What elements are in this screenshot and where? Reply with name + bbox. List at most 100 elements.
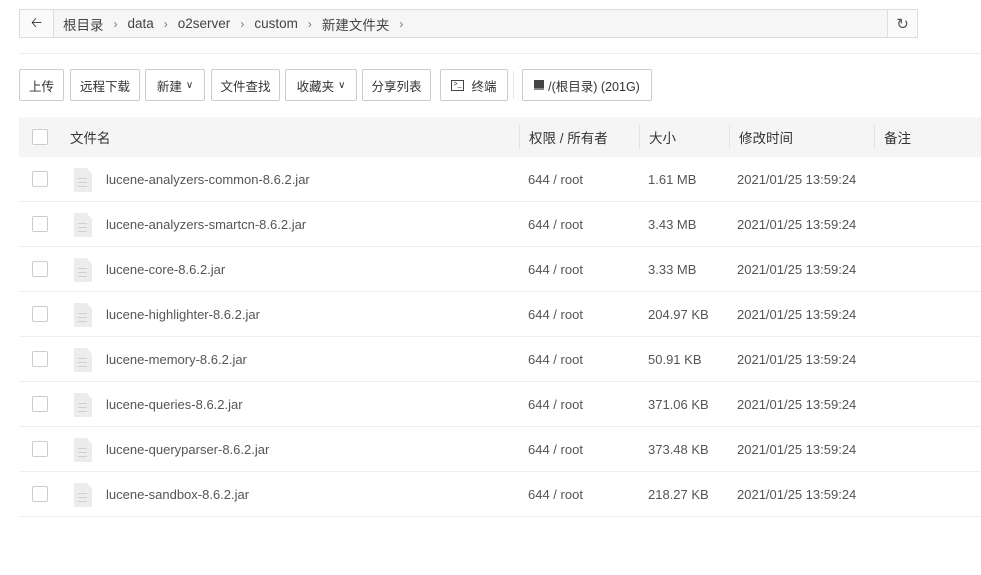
row-checkbox[interactable] xyxy=(32,351,48,367)
table-row[interactable]: lucene-memory-8.6.2.jar 644 / root 50.91… xyxy=(19,337,981,382)
file-mtime: 2021/01/25 13:59:24 xyxy=(737,261,857,277)
file-icon xyxy=(74,483,92,507)
column-divider xyxy=(639,125,640,149)
file-size: 3.33 MB xyxy=(648,261,697,277)
file-perm[interactable]: 644 / root xyxy=(528,292,583,336)
table-row[interactable]: lucene-queryparser-8.6.2.jar 644 / root … xyxy=(19,427,981,472)
file-mtime: 2021/01/25 13:59:24 xyxy=(737,216,857,232)
share-list-label: 分享列表 xyxy=(371,79,422,94)
terminal-icon: >_ xyxy=(451,79,465,91)
breadcrumb-item[interactable]: 新建文件夹 xyxy=(322,14,390,34)
file-name[interactable]: lucene-analyzers-smartcn-8.6.2.jar xyxy=(106,202,306,246)
file-size: 204.97 KB xyxy=(648,306,709,322)
new-dropdown-button[interactable]: 新建 ∨ xyxy=(145,69,205,101)
table-row[interactable]: lucene-analyzers-smartcn-8.6.2.jar 644 /… xyxy=(19,202,981,247)
row-checkbox[interactable] xyxy=(32,441,48,457)
refresh-button[interactable]: ↻ xyxy=(887,10,917,37)
toolbar-divider xyxy=(513,71,514,99)
file-name[interactable]: lucene-sandbox-8.6.2.jar xyxy=(106,472,249,516)
file-icon xyxy=(74,168,92,192)
file-name[interactable]: lucene-memory-8.6.2.jar xyxy=(106,337,247,381)
header-mtime[interactable]: 修改时间 xyxy=(739,117,793,157)
file-search-button[interactable]: 文件查找 xyxy=(211,69,280,101)
breadcrumb-bar: 🡠 根目录 › data › o2server › custom › 新建文件夹 › ↻ xyxy=(19,9,918,38)
file-perm[interactable]: 644 / root xyxy=(528,202,583,246)
chevron-right-icon: › xyxy=(240,16,245,31)
file-perm[interactable]: 644 / root xyxy=(528,337,583,381)
terminal-label: 终端 xyxy=(471,79,497,94)
file-perm[interactable]: 644 / root xyxy=(528,472,583,516)
disk-button[interactable]: /(根目录) (201G) xyxy=(522,69,652,101)
divider xyxy=(19,53,981,54)
file-perm[interactable]: 644 / root xyxy=(528,427,583,471)
breadcrumb-item[interactable]: custom xyxy=(254,16,298,31)
file-icon xyxy=(74,303,92,327)
file-size: 371.06 KB xyxy=(648,396,709,412)
table-row[interactable]: lucene-queries-8.6.2.jar 644 / root 371.… xyxy=(19,382,981,427)
file-name[interactable]: lucene-analyzers-common-8.6.2.jar xyxy=(106,157,310,201)
file-perm[interactable]: 644 / root xyxy=(528,247,583,291)
favorites-dropdown-button[interactable]: 收藏夹 ∨ xyxy=(285,69,357,101)
remote-download-label: 远程下载 xyxy=(79,79,130,94)
row-checkbox[interactable] xyxy=(32,171,48,187)
back-button[interactable]: 🡠 xyxy=(20,10,54,37)
file-perm[interactable]: 644 / root xyxy=(528,382,583,426)
favorites-label: 收藏夹 xyxy=(296,79,335,94)
refresh-icon: ↻ xyxy=(896,15,909,33)
column-divider xyxy=(729,125,730,149)
share-list-button[interactable]: 分享列表 xyxy=(362,69,431,101)
column-divider xyxy=(519,125,520,149)
table-row[interactable]: lucene-core-8.6.2.jar 644 / root 3.33 MB… xyxy=(19,247,981,292)
table-header: 文件名 权限 / 所有者 大小 修改时间 备注 xyxy=(19,117,981,157)
file-name[interactable]: lucene-highlighter-8.6.2.jar xyxy=(106,292,260,336)
disk-icon xyxy=(534,80,545,90)
file-table: 文件名 权限 / 所有者 大小 修改时间 备注 lucene-analyzers… xyxy=(19,117,981,517)
file-icon xyxy=(74,348,92,372)
chevron-right-icon: › xyxy=(307,16,312,31)
header-note[interactable]: 备注 xyxy=(884,117,911,157)
table-row[interactable]: lucene-analyzers-common-8.6.2.jar 644 / … xyxy=(19,157,981,202)
remote-download-button[interactable]: 远程下载 xyxy=(70,69,140,101)
file-icon xyxy=(74,393,92,417)
chevron-right-icon: › xyxy=(113,16,118,31)
file-name[interactable]: lucene-queries-8.6.2.jar xyxy=(106,382,243,426)
file-mtime: 2021/01/25 13:59:24 xyxy=(737,441,857,457)
table-row[interactable]: lucene-sandbox-8.6.2.jar 644 / root 218.… xyxy=(19,472,981,517)
file-icon xyxy=(74,258,92,282)
breadcrumb-item[interactable]: 根目录 xyxy=(63,14,104,34)
row-checkbox[interactable] xyxy=(32,486,48,502)
file-size: 1.61 MB xyxy=(648,171,697,187)
chevron-down-icon: ∨ xyxy=(185,79,194,91)
file-perm[interactable]: 644 / root xyxy=(528,157,583,201)
row-checkbox[interactable] xyxy=(32,216,48,232)
file-mtime: 2021/01/25 13:59:24 xyxy=(737,486,857,502)
file-name[interactable]: lucene-core-8.6.2.jar xyxy=(106,247,225,291)
header-name[interactable]: 文件名 xyxy=(70,117,111,157)
file-name[interactable]: lucene-queryparser-8.6.2.jar xyxy=(106,427,269,471)
terminal-button[interactable]: >_ 终端 xyxy=(440,69,508,101)
file-size: 218.27 KB xyxy=(648,486,709,502)
row-checkbox[interactable] xyxy=(32,396,48,412)
file-mtime: 2021/01/25 13:59:24 xyxy=(737,306,857,322)
file-icon xyxy=(74,438,92,462)
file-icon xyxy=(74,213,92,237)
breadcrumb-item[interactable]: data xyxy=(128,16,154,31)
header-size[interactable]: 大小 xyxy=(649,117,676,157)
breadcrumb: 根目录 › data › o2server › custom › 新建文件夹 › xyxy=(54,14,413,34)
header-perm[interactable]: 权限 / 所有者 xyxy=(529,117,608,157)
upload-button[interactable]: 上传 xyxy=(19,69,64,101)
file-size: 3.43 MB xyxy=(648,216,697,232)
file-mtime: 2021/01/25 13:59:24 xyxy=(737,171,857,187)
upload-label: 上传 xyxy=(28,79,54,94)
file-size: 50.91 KB xyxy=(648,351,702,367)
select-all-checkbox[interactable] xyxy=(32,129,48,145)
file-search-label: 文件查找 xyxy=(220,79,271,94)
row-checkbox[interactable] xyxy=(32,261,48,277)
file-mtime: 2021/01/25 13:59:24 xyxy=(737,396,857,412)
file-size: 373.48 KB xyxy=(648,441,709,457)
arrow-left-icon: 🡠 xyxy=(30,13,43,30)
table-row[interactable]: lucene-highlighter-8.6.2.jar 644 / root … xyxy=(19,292,981,337)
breadcrumb-item[interactable]: o2server xyxy=(178,16,231,31)
chevron-right-icon: › xyxy=(399,16,404,31)
row-checkbox[interactable] xyxy=(32,306,48,322)
